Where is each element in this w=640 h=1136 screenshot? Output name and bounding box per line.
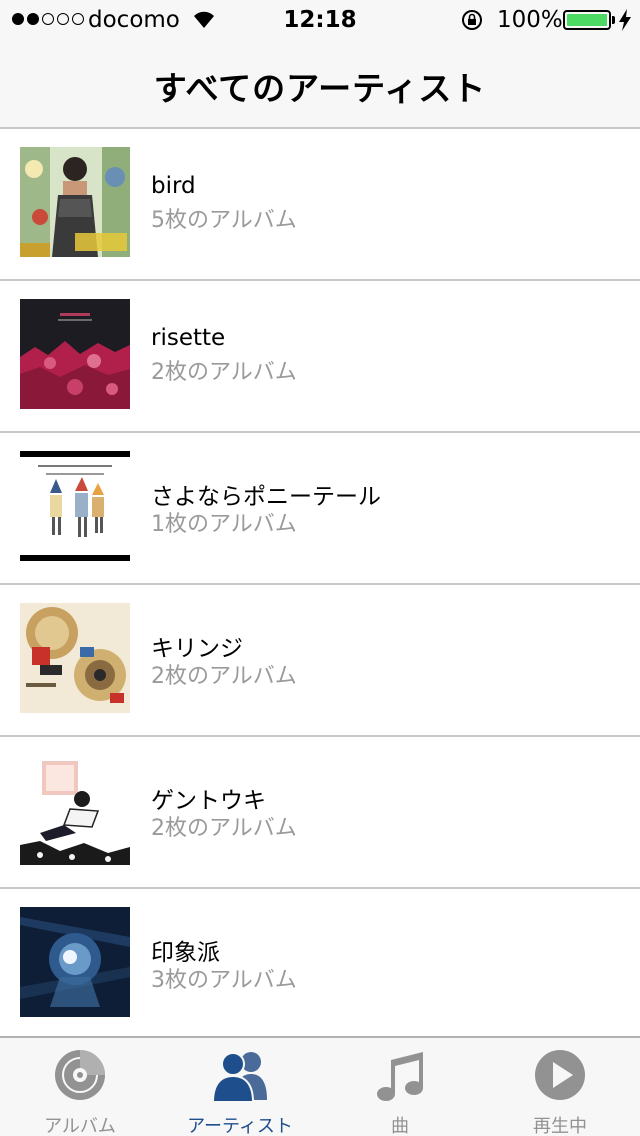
charging-bolt-icon [619,9,631,31]
battery-level [567,14,607,26]
tab-bar: アルバム アーティスト 曲 再生中 [0,1036,640,1136]
artist-row-gentouki[interactable]: ゲントウキ 2枚のアルバム [0,737,640,889]
tab-albums[interactable]: アルバム [0,1038,160,1136]
artist-row-inshouha[interactable]: 印象派 3枚のアルバム [0,889,640,1036]
page-title: すべてのアーティスト [153,69,487,108]
tab-label: 曲 [391,1116,409,1136]
album-count: 2枚のアルバム [151,816,297,841]
tab-label: 再生中 [533,1116,587,1136]
album-art-gentouki [20,755,130,865]
tab-label: アルバム [44,1116,116,1136]
album-count: 1枚のアルバム [151,512,297,537]
top-bar: docomo 12:18 100% すべてのアーティスト [0,0,640,129]
album-art-bird [20,147,130,257]
people-icon [211,1052,267,1102]
artist-row-kirinji[interactable]: キリンジ 2枚のアルバム [0,585,640,737]
album-count: 2枚のアルバム [151,360,297,385]
album-art-risette [20,299,130,409]
tab-label: アーティスト [187,1116,293,1136]
status-bar: docomo 12:18 100% [0,0,640,40]
artist-list[interactable]: bird 5枚のアルバム risette 2枚のアルバム さよならポニーテール … [0,129,640,1036]
tab-artists[interactable]: アーティスト [160,1038,320,1136]
battery-percent: 100% [497,7,563,33]
album-count: 3枚のアルバム [151,968,297,993]
tab-songs[interactable]: 曲 [320,1038,480,1136]
album-count: 5枚のアルバム [151,208,297,233]
artist-row-bird[interactable]: bird 5枚のアルバム [0,129,640,281]
battery-icon [563,10,611,30]
tab-now-playing[interactable]: 再生中 [480,1038,640,1136]
artist-name: bird [151,173,196,199]
artist-row-risette[interactable]: risette 2枚のアルバム [0,281,640,433]
artist-name: risette [151,325,226,351]
album-art-sayonara-ponytail [20,451,130,561]
disc-icon [55,1050,105,1100]
album-art-kirinji [20,603,130,713]
rotation-lock-icon [462,10,482,30]
play-circle-icon [535,1050,585,1100]
album-count: 2枚のアルバム [151,664,297,689]
album-art-inshouha [20,907,130,1017]
music-note-icon [377,1052,423,1101]
artist-row-sayonara-ponytail[interactable]: さよならポニーテール 1枚のアルバム [0,433,640,585]
